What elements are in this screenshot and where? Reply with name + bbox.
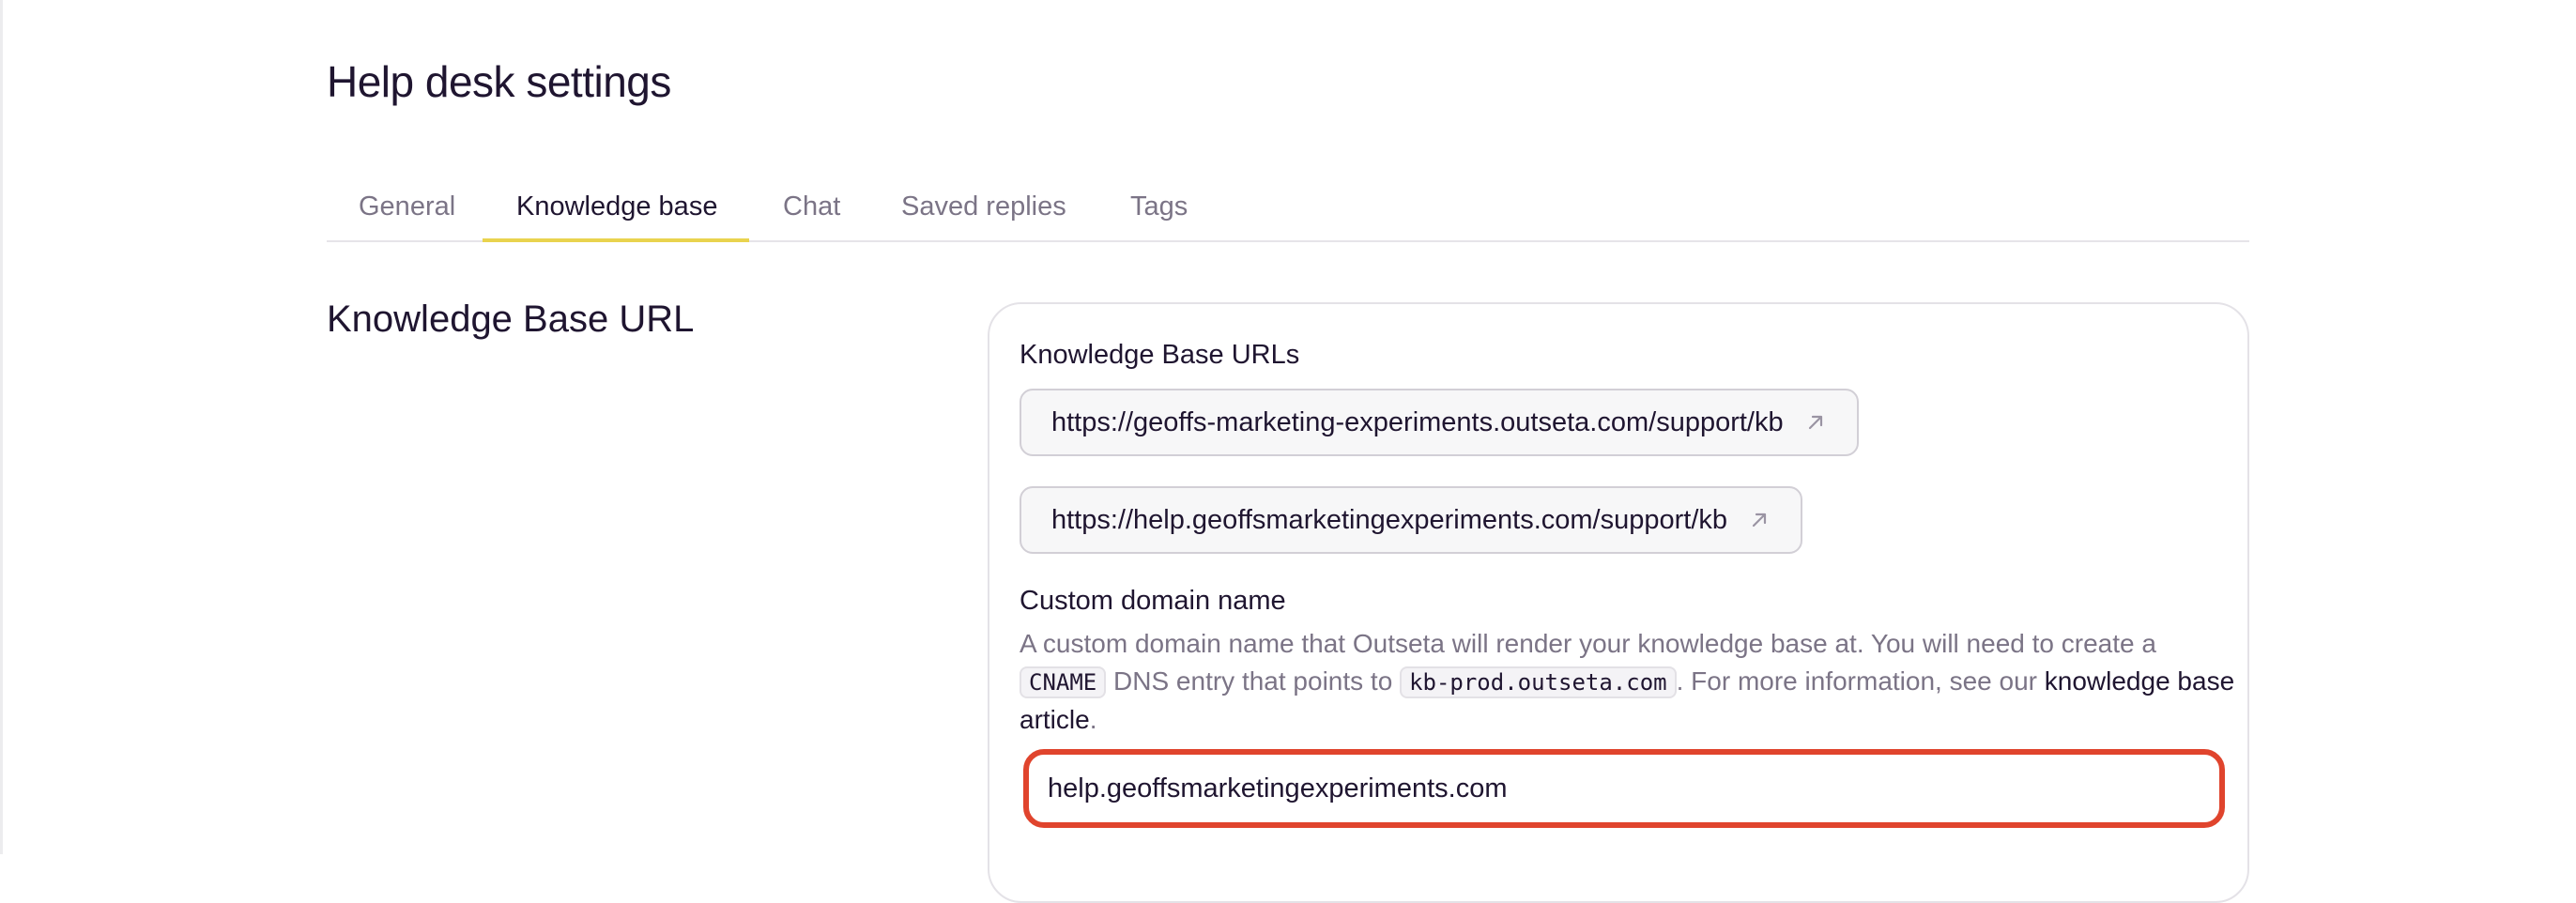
kb-url-link[interactable]: https://geoffs-marketing-experiments.out… (1020, 389, 1859, 456)
help-text-part: . For more information, see our (1676, 666, 2045, 696)
kb-custom-url-link[interactable]: https://help.geoffsmarketingexperiments.… (1020, 486, 1803, 554)
tab-tags[interactable]: Tags (1130, 191, 1188, 242)
tab-chat[interactable]: Chat (783, 191, 840, 242)
tab-knowledge-base[interactable]: Knowledge base (516, 191, 717, 242)
page-title: Help desk settings (327, 57, 671, 106)
help-text-part: DNS entry that points to (1106, 666, 1401, 696)
tab-saved-replies[interactable]: Saved replies (901, 191, 1066, 242)
custom-domain-input[interactable] (1023, 749, 2225, 828)
cname-code: CNAME (1020, 666, 1107, 698)
cname-target-code: kb-prod.outseta.com (1400, 666, 1677, 698)
help-text-part: . (1089, 705, 1097, 734)
kb-url-text: https://geoffs-marketing-experiments.out… (1051, 406, 1784, 437)
tab-bar: General Knowledge base Chat Saved replie… (327, 178, 2249, 242)
external-link-icon (1808, 415, 1822, 430)
external-link-icon (1752, 513, 1767, 528)
section-heading: Knowledge Base URL (327, 298, 695, 340)
tab-general[interactable]: General (359, 191, 455, 242)
custom-domain-help-text: A custom domain name that Outseta will r… (1020, 625, 2240, 739)
kb-urls-label: Knowledge Base URLs (1020, 340, 1300, 370)
window-edge (0, 0, 3, 854)
active-tab-indicator (483, 238, 749, 242)
help-text-part: A custom domain name that Outseta will r… (1020, 629, 2156, 658)
kb-custom-url-text: https://help.geoffsmarketingexperiments.… (1051, 504, 1728, 535)
custom-domain-label: Custom domain name (1020, 586, 1286, 616)
